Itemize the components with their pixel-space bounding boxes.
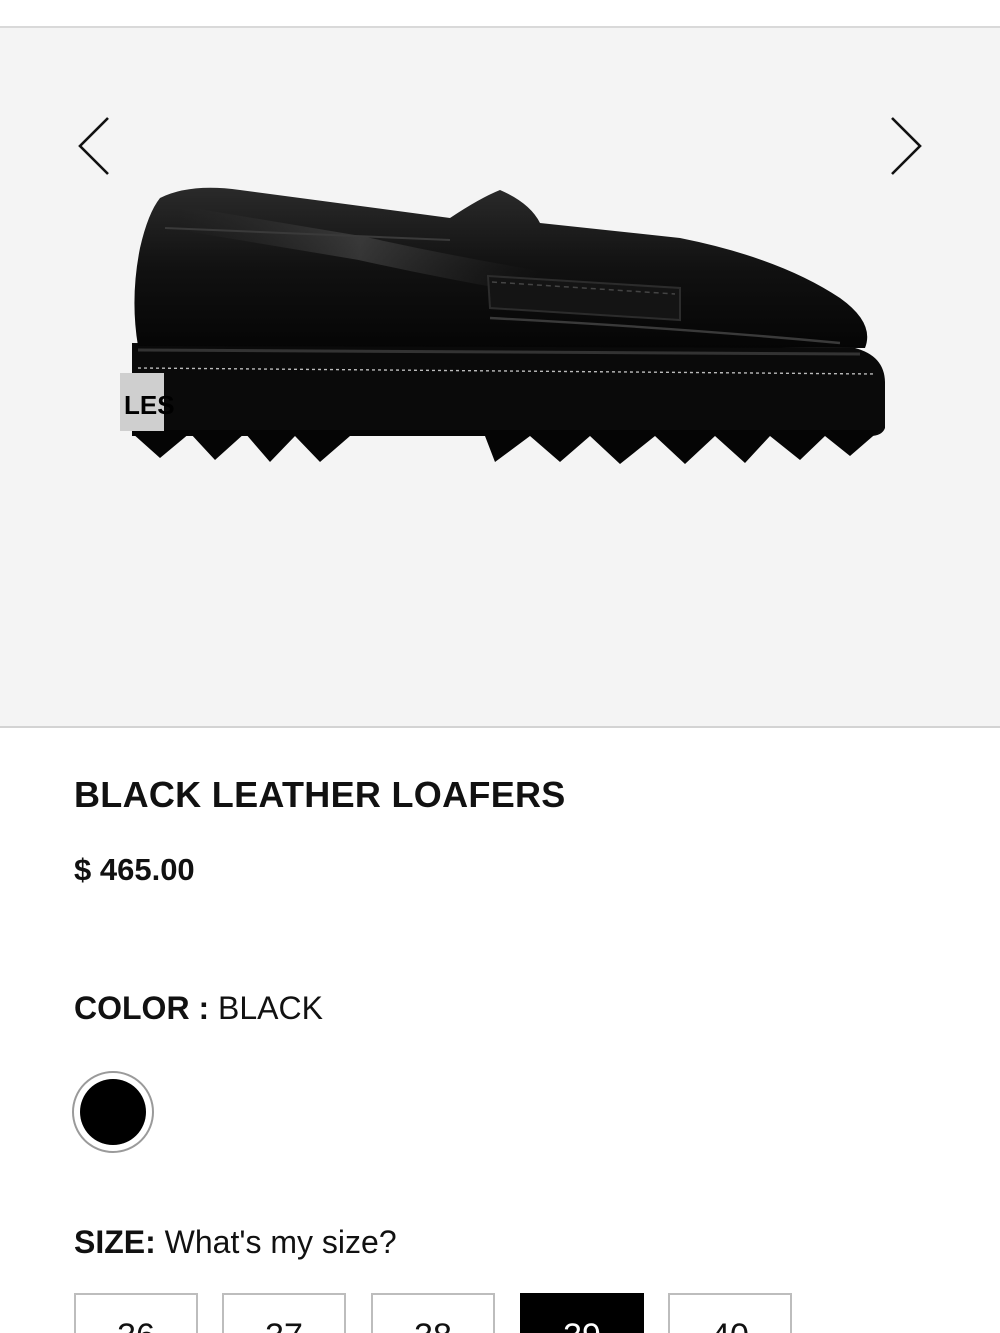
color-label-row: COLOR : BLACK xyxy=(74,990,323,1027)
product-image: LES xyxy=(120,178,900,508)
size-option-36[interactable]: 36 xyxy=(74,1293,198,1333)
size-option-37[interactable]: 37 xyxy=(222,1293,346,1333)
gallery-prev-button[interactable] xyxy=(64,108,124,184)
heel-badge-text: LES xyxy=(124,390,175,420)
loafer-shoe-image: LES xyxy=(120,187,885,464)
selected-color-value: BLACK xyxy=(217,990,323,1026)
swatch-color-dot xyxy=(80,1079,146,1145)
product-image-gallery: LES xyxy=(0,28,1000,728)
color-swatch-black[interactable] xyxy=(72,1071,154,1153)
size-guide-link[interactable]: What's my size? xyxy=(165,1224,397,1260)
chevron-left-icon xyxy=(78,117,109,175)
size-label: SIZE: xyxy=(74,1224,156,1260)
size-option-39[interactable]: 39 xyxy=(520,1293,644,1333)
gallery-next-button[interactable] xyxy=(876,108,936,184)
size-option-38[interactable]: 38 xyxy=(371,1293,495,1333)
product-page: LES BLACK LEATHER LOAFERS $ 465.00 COLOR… xyxy=(0,0,1000,1333)
size-option-40[interactable]: 40 xyxy=(668,1293,792,1333)
size-label-row: SIZE: What's my size? xyxy=(74,1224,397,1261)
product-price: $ 465.00 xyxy=(74,852,195,887)
product-title: BLACK LEATHER LOAFERS xyxy=(74,774,566,815)
color-label: COLOR : xyxy=(74,990,210,1026)
chevron-right-icon xyxy=(891,117,922,175)
